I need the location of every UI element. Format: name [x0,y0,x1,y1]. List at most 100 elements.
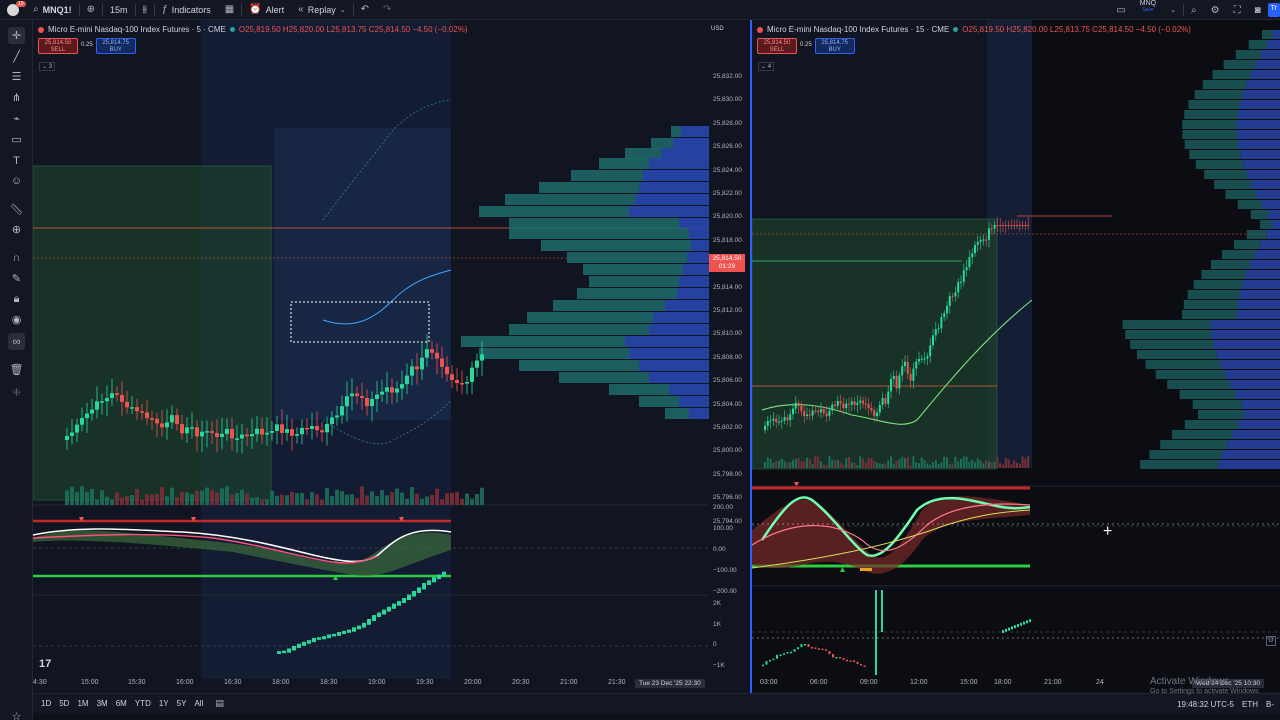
volume-profile-bar [519,360,639,371]
layout-name-button[interactable]: MNQ Save [1133,0,1163,20]
time-tick-label: 03:00 [760,679,778,686]
delta-bar [832,654,834,658]
rectangle-icon[interactable]: ▭ [8,131,25,148]
volume-bar [125,496,129,505]
left-chart-pane[interactable]: Micro E-mini Nasdaq-100 Index Futures · … [33,20,748,693]
volume-profile-bar [461,336,625,347]
right-chart-canvas[interactable] [752,20,1280,693]
price-tick-label: 25,832.00 [713,73,742,80]
quick-search-button[interactable]: ⌕ [1184,0,1204,20]
undo-button[interactable]: ↶ [354,0,376,20]
horizontal-lines-icon[interactable]: ☰ [8,68,25,85]
candle-body [934,329,937,336]
zoom-in-icon[interactable]: ⊕ [8,221,25,238]
eye-icon[interactable]: ◉ [8,311,25,328]
volume-bar [906,457,909,468]
candle-body [982,239,985,241]
magnet-icon[interactable]: ∩ [8,249,25,266]
delta-bar [367,618,371,625]
range-button[interactable]: 1M [73,699,92,708]
fullscreen-button[interactable]: ⛶ [1227,0,1248,20]
trade-button[interactable]: Tr [1267,3,1280,17]
interval-button[interactable]: 15m [103,0,135,20]
volume-tick-label: 1K [713,620,721,628]
left-chart-canvas[interactable] [33,20,748,693]
settings-button[interactable]: ⚙ [1204,0,1227,20]
volume-bar [803,461,806,468]
candle-body [901,366,904,376]
volume-bar [783,460,786,468]
delta-bar [1026,620,1028,624]
link-icon[interactable]: ∞ [8,333,25,350]
left-trade-qty[interactable]: 0.25 [81,38,93,54]
indicators-button[interactable]: ƒ Indicators [155,0,218,20]
right-sell-button[interactable]: 25,814.50 SELL [757,38,797,54]
volume-profile-bar [1145,360,1221,369]
user-avatar[interactable]: 10 [0,0,26,20]
brush-icon[interactable]: ⌁ [8,110,25,127]
alert-button[interactable]: ⏰ Alert [242,0,291,20]
candle-body [415,366,419,370]
candle-body [460,383,464,385]
ruler-icon[interactable]: 📏︎ [8,201,25,218]
left-sell-button[interactable]: 25,814.50 SELL [38,38,78,54]
redo-button[interactable]: ↷ [376,0,398,20]
delta-bar [407,594,411,601]
layout-select-button[interactable]: ▭ [1109,0,1132,20]
camera-icon: ◙ [1254,4,1261,16]
volume-bar [993,461,996,468]
left-collapse-indicators[interactable]: ⌄ 3 [39,62,56,71]
range-button[interactable]: 5D [55,699,73,708]
bottom-cut-label[interactable]: B- [1266,700,1274,709]
clock-label[interactable]: 19:48:32 UTC-5 [1177,700,1234,709]
pitchfork-icon[interactable]: ⋔ [8,89,25,106]
left-price-axis[interactable]: 25,832.00 25,830.00 25,828.00 25,826.00 25,8… [709,20,748,693]
compare-button[interactable]: ⊕ [80,0,102,20]
range-button[interactable]: 5Y [173,699,191,708]
right-chart-pane[interactable]: Micro E-mini Nasdaq-100 Index Futures · … [750,20,1280,693]
delta-bar [1017,624,1019,627]
layout-menu-button[interactable]: ⌄ [1163,0,1183,20]
volume-profile-bar [1255,60,1280,69]
delta-bar [387,606,391,612]
range-button[interactable]: All [190,699,207,708]
candle-body [909,373,912,381]
right-buy-button[interactable]: 25,814.75 BUY [814,38,855,54]
layouts-button[interactable]: ▦ [218,0,241,20]
range-button[interactable]: YTD [131,699,155,708]
snapshot-button[interactable]: ◙ [1248,0,1268,20]
candle-body [215,432,219,437]
pattern-icon[interactable]: ☺ [8,172,25,189]
lock-icon[interactable]: 🔒︎ [8,291,25,308]
symbol-search[interactable]: ⌕ MNQ1! [26,0,79,20]
search-icon: ⌕ [1191,4,1197,16]
trash-icon[interactable]: 🗑︎ [8,361,25,378]
left-date-badge: Tue 23 Dec '25 22:30 [635,679,705,688]
goto-realtime-button[interactable]: ⊙ [1266,636,1276,646]
right-trade-qty[interactable]: 0.25 [800,38,812,54]
range-button[interactable]: 3M [93,699,112,708]
star-icon[interactable]: ☆ [8,708,25,720]
left-time-axis[interactable]: 4:30 15:00 15:30 16:00 16:30 18:00 18:30 19:00 1… [33,679,709,693]
crosshair-icon[interactable]: ✛ [8,27,25,44]
volume-profile-bar [1244,410,1280,419]
chart-type-button[interactable]: ⫵ [136,0,155,20]
right-chart-title: Micro E-mini Nasdaq-100 Index Futures · … [767,25,950,34]
range-button[interactable]: 6M [112,699,131,708]
candle-body [175,415,179,424]
volume-profile-bar [1188,100,1240,109]
calendar-icon[interactable]: ▤ [215,698,224,709]
text-icon[interactable]: T [8,152,25,169]
volume-profile-bar [1239,290,1280,299]
trend-line-icon[interactable]: ╱ [8,48,25,65]
object-tree-icon[interactable]: ⁜ [8,384,25,401]
candle-body [400,384,404,389]
range-button[interactable]: 1D [37,699,55,708]
left-buy-button[interactable]: 25,814.75 BUY [95,38,136,54]
range-button[interactable]: 1Y [155,699,173,708]
candle-body [195,427,199,437]
pencil-lock-icon[interactable]: ✎ [8,270,25,287]
right-collapse-indicators[interactable]: ⌄ 4 [758,62,775,71]
replay-button[interactable]: « Replay ⌄ [291,0,352,20]
session-label[interactable]: ETH [1242,700,1258,709]
